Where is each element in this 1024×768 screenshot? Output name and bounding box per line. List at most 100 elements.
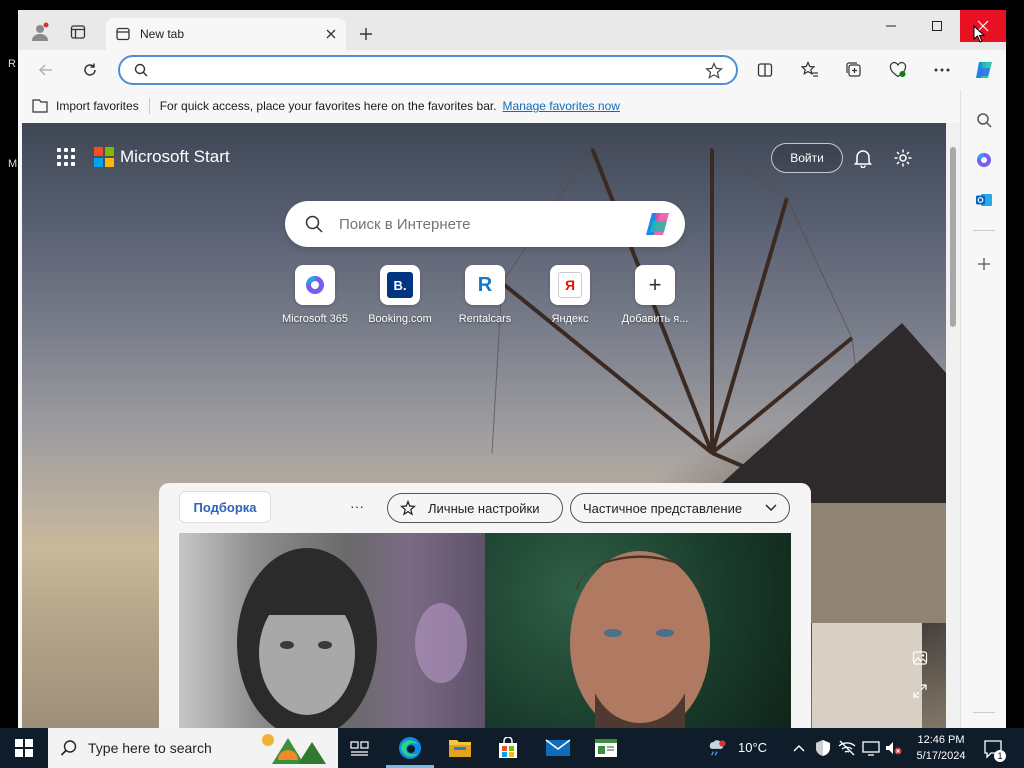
import-favorites-icon [32,99,48,113]
star-favorite-icon[interactable] [705,62,723,80]
weather-button[interactable] [708,739,726,757]
address-input[interactable] [156,61,696,79]
start-button[interactable] [0,728,48,768]
app-window-icon [595,739,617,757]
tab-actions-button[interactable] [66,20,90,44]
plus-icon: + [635,265,675,305]
view-mode-dropdown[interactable]: Частичное представление [570,493,790,523]
search-icon [134,63,148,77]
tab-new-tab[interactable]: New tab [106,18,346,50]
feed-tab-selected[interactable]: Подборка [179,491,271,523]
taskbar-file-explorer-button[interactable] [446,734,474,762]
volume-tray-button[interactable] [884,739,902,757]
quick-link-microsoft365[interactable]: Microsoft 365 [272,265,358,325]
app-launcher-button[interactable] [54,145,78,169]
copilot-button[interactable] [970,56,998,84]
m365-icon [295,265,335,305]
view-mode-label: Частичное представление [583,500,743,516]
notification-center-button[interactable]: 1 [982,738,1006,762]
taskbar-search-box[interactable]: Type here to search [48,728,338,768]
security-tray-button[interactable] [814,739,832,757]
split-screen-button[interactable] [751,56,779,84]
task-view-icon [350,741,369,756]
scrollbar-thumb[interactable] [950,147,956,327]
import-favorites-link[interactable]: Import favorites [56,99,139,113]
news-card-image[interactable] [485,533,791,728]
quick-link-label: Добавить я... [621,313,689,325]
copilot-icon[interactable] [643,209,673,239]
news-card-image[interactable] [179,533,485,728]
weather-temperature[interactable]: 10°C [738,740,767,755]
copilot-icon [976,62,992,78]
heart-pulse-icon [889,61,907,78]
expand-icon [913,684,927,698]
booking-icon: B. [380,265,420,305]
maximize-button[interactable] [914,10,960,42]
sidebar-search-button[interactable] [970,106,998,134]
back-button[interactable] [32,56,60,84]
clock-date: 5/17/2024 [916,750,966,762]
search-icon [977,113,992,128]
show-hidden-icons-button[interactable] [790,739,808,757]
web-search-input[interactable] [339,214,629,234]
divider [148,98,150,114]
taskbar-clock[interactable]: 12:46 PM 5/17/2024 [906,732,976,764]
address-bar[interactable] [118,55,738,85]
speaker-muted-icon [886,742,902,755]
refresh-button[interactable] [76,56,104,84]
sidebar-m365-button[interactable] [970,146,998,174]
notification-count-badge: 1 [994,750,1006,762]
feed-more-button[interactable]: ··· [345,493,369,519]
quick-link-booking[interactable]: B. Booking.com [357,265,443,325]
taskbar-edge-button[interactable] [396,734,424,762]
weather-rain-icon [709,740,726,756]
bell-icon [854,150,872,168]
wifi-off-icon [838,740,856,756]
display-tray-button[interactable] [862,739,880,757]
news-photo [237,548,467,728]
plus-icon [978,258,990,270]
browser-essentials-button[interactable] [884,56,912,84]
new-tab-page: Microsoft Start Войти Microsoft 365 B. B… [22,123,946,728]
web-search-box[interactable] [285,201,685,247]
network-tray-button[interactable] [838,739,856,757]
page-settings-button[interactable] [890,145,916,171]
quick-link-yandex[interactable]: Я Яндекс [527,265,613,325]
sidebar-divider [973,712,995,713]
quick-link-label: Rentalcars [458,313,512,325]
image-info-button[interactable] [910,648,930,668]
clock-time: 12:46 PM [917,734,965,746]
maximize-icon [932,21,942,31]
search-icon [305,215,323,233]
taskbar-mail-button[interactable] [544,734,572,762]
favorites-button[interactable] [796,56,824,84]
navigation-toolbar [18,50,1006,90]
taskbar-app-button[interactable] [592,734,620,762]
sign-in-button[interactable]: Войти [771,143,843,173]
brand-logo[interactable]: Microsoft Start [94,147,230,167]
edge-icon [399,737,421,759]
chevron-up-icon [793,745,805,752]
new-tab-button[interactable] [354,22,378,46]
settings-more-button[interactable] [928,56,956,84]
manage-favorites-link[interactable]: Manage favorites now [503,99,620,113]
page-scrollbar[interactable] [946,123,960,728]
edge-sidebar [960,90,1006,728]
expand-image-button[interactable] [910,681,930,701]
folder-icon [449,740,471,757]
task-view-button[interactable] [346,734,374,762]
profile-button[interactable] [28,20,52,44]
sidebar-outlook-button[interactable] [970,186,998,214]
personalize-button[interactable]: Личные настройки [387,493,563,523]
collections-button[interactable] [840,56,868,84]
taskbar-store-button[interactable] [494,734,522,762]
quick-link-add[interactable]: + Добавить я... [612,265,698,325]
notifications-button[interactable] [850,145,876,171]
quick-link-rentalcars[interactable]: R Rentalcars [442,265,528,325]
minimize-button[interactable] [868,10,914,42]
title-bar: New tab [18,10,1006,50]
close-tab-icon[interactable] [326,29,336,39]
store-icon [499,737,517,758]
outlook-icon [976,194,992,206]
sidebar-add-button[interactable] [970,250,998,278]
